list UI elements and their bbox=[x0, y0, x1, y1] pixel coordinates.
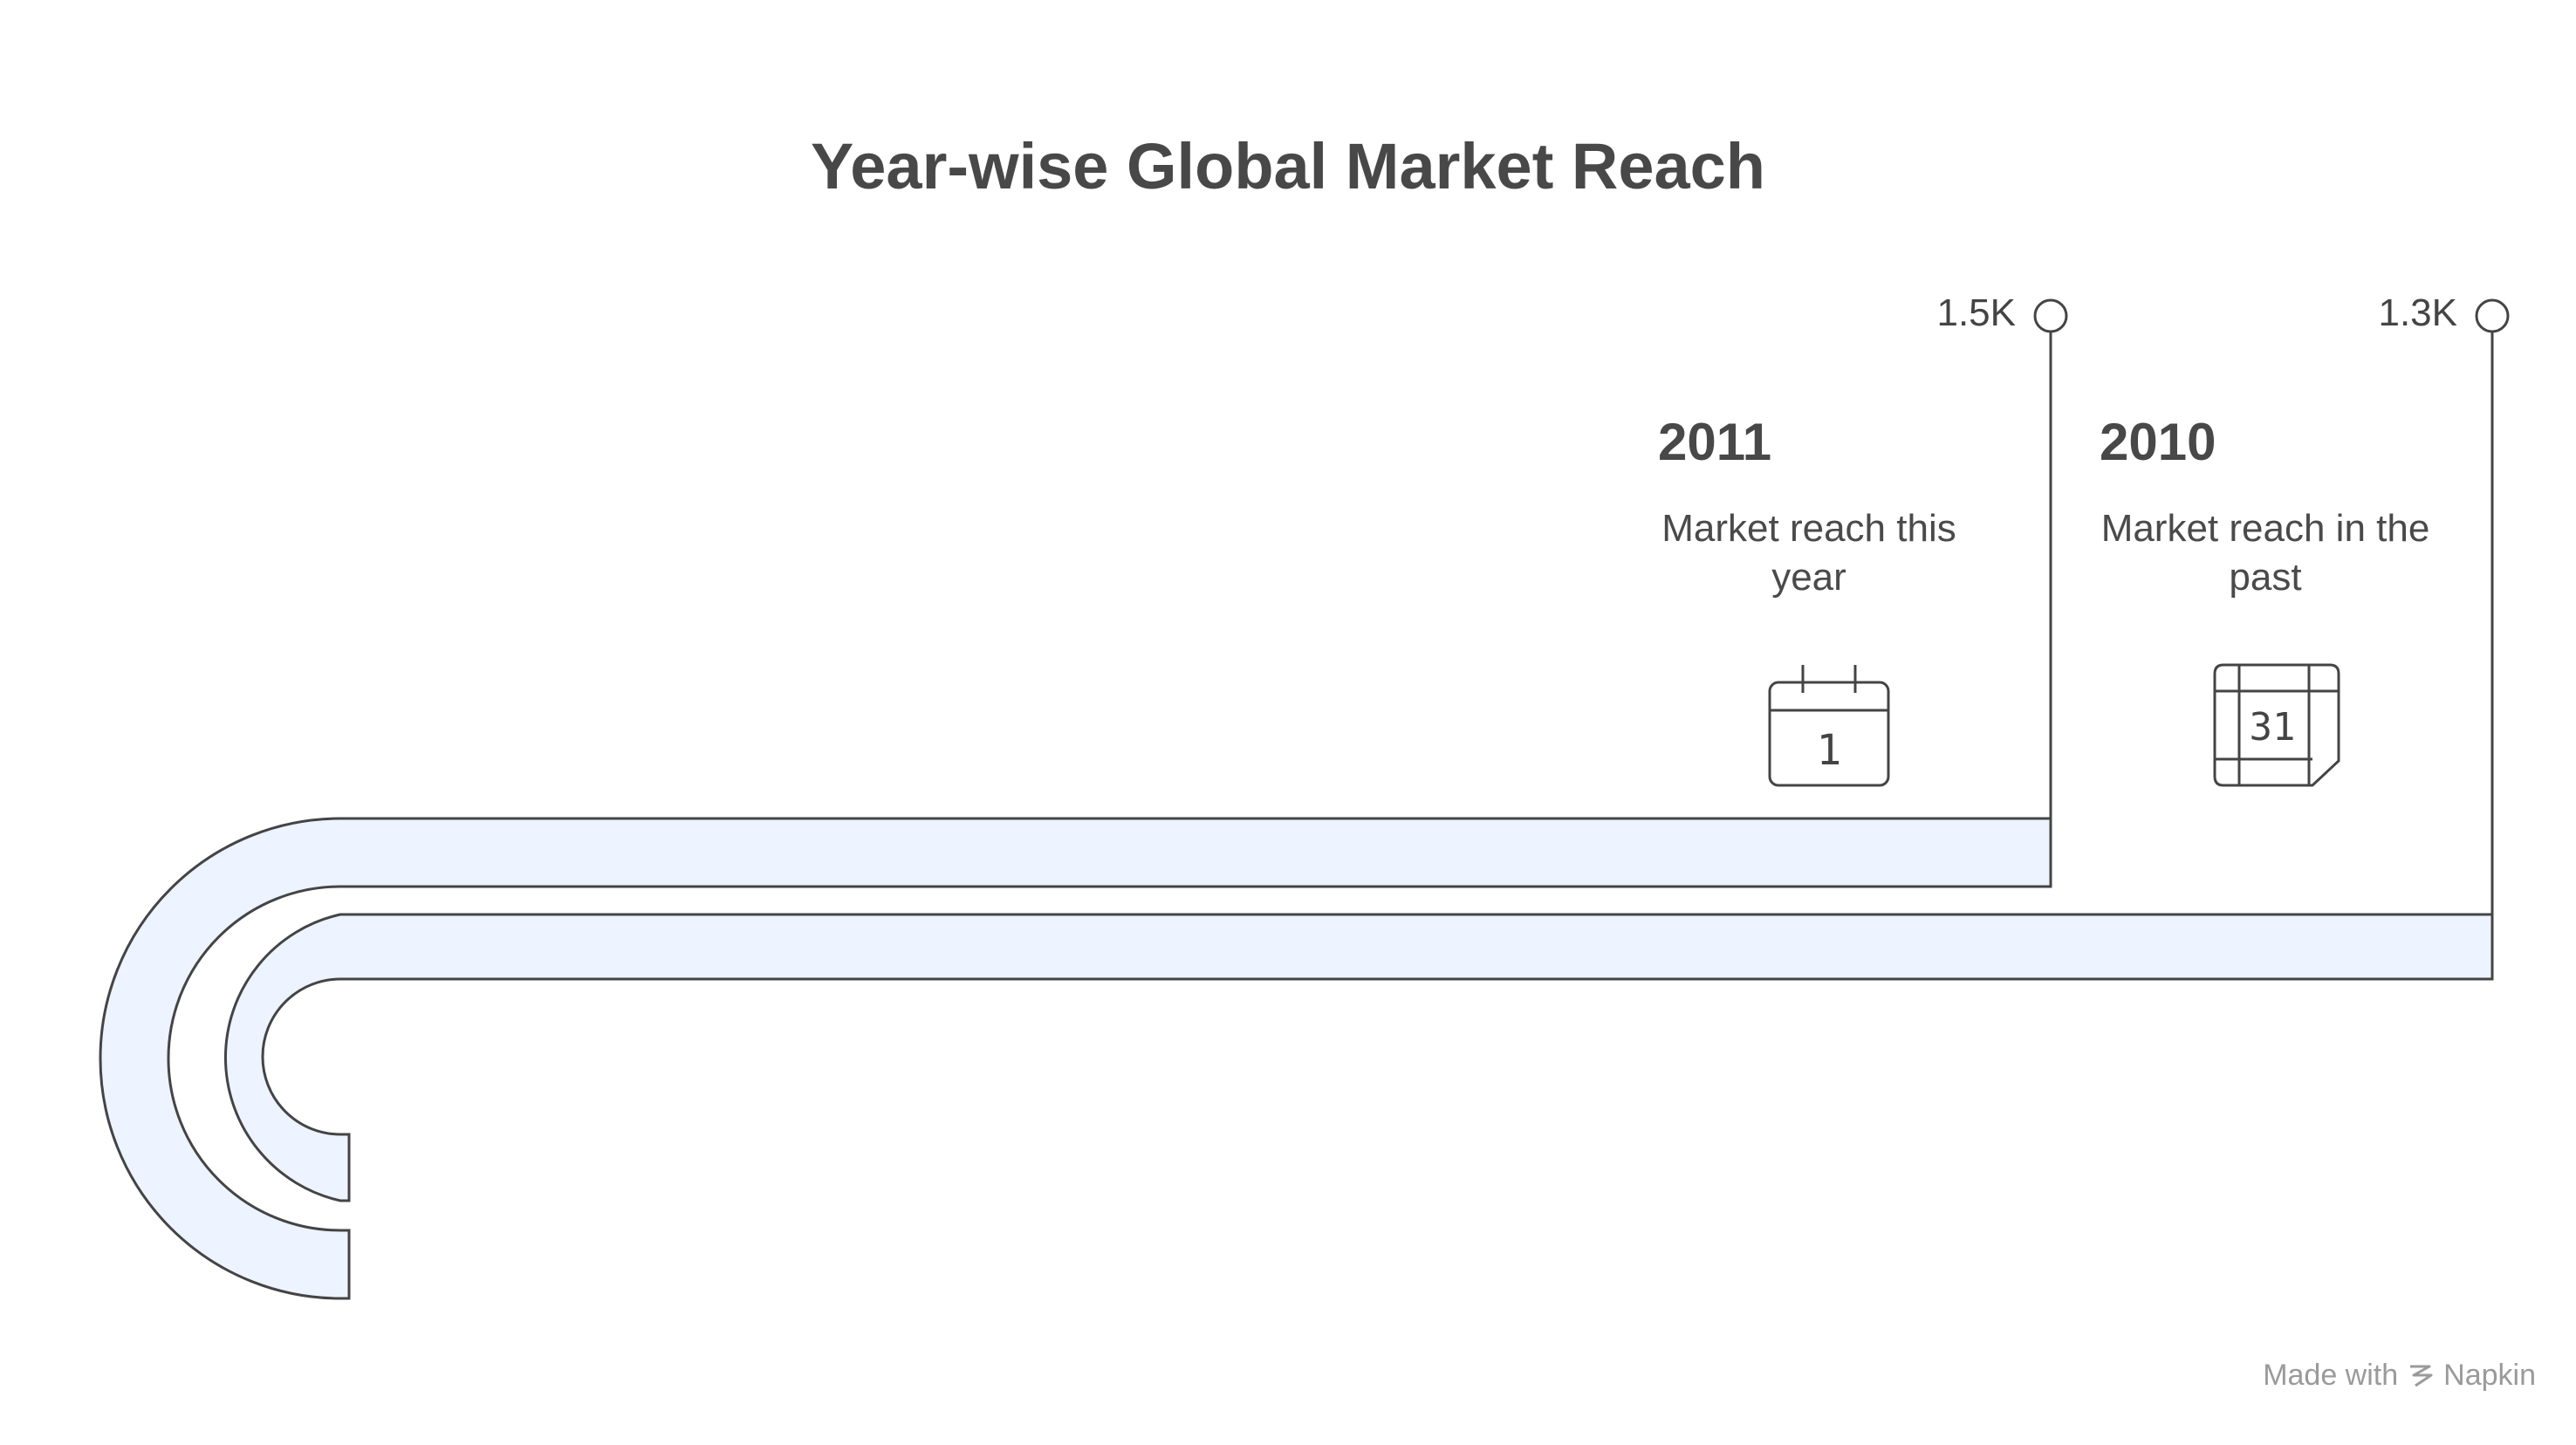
calendar-day-1-icon: 1 bbox=[1768, 665, 1890, 787]
calendar-31-icon: 31 bbox=[2213, 663, 2340, 787]
made-with-label: Made with bbox=[2263, 1359, 2399, 1392]
timeline-graphic: 1 31 bbox=[99, 298, 2510, 1300]
calendar-31-number: 31 bbox=[2250, 705, 2296, 750]
milestone-description-2011-line2: year bbox=[1771, 556, 1846, 599]
milestone-year-2011: 2011 bbox=[1658, 413, 1772, 471]
milestone-marker-2010 bbox=[2475, 298, 2510, 333]
milestone-description-2010: Market reach in the past bbox=[2091, 504, 2440, 602]
milestone-year-2010: 2010 bbox=[2100, 413, 2216, 471]
milestone-marker-2011 bbox=[2033, 298, 2068, 333]
timeline-infographic: Year-wise Global Market Reach 1 31 1.5K … bbox=[0, 0, 2576, 1445]
timeline-band-2010 bbox=[224, 913, 2494, 1202]
milestone-value-2010: 1.3K bbox=[2378, 291, 2457, 334]
timeline-band-2011 bbox=[99, 817, 2052, 1300]
napkin-brand-label: Napkin bbox=[2443, 1359, 2536, 1392]
napkin-watermark: Made with Napkin bbox=[2263, 1359, 2536, 1393]
milestone-description-2011-line1: Market reach this bbox=[1661, 507, 1956, 550]
milestone-description-2010-line2: past bbox=[2229, 556, 2302, 599]
milestone-value-2011: 1.5K bbox=[1936, 291, 2016, 334]
milestone-description-2011: Market reach this year bbox=[1634, 504, 1983, 602]
napkin-logo-icon bbox=[2410, 1365, 2433, 1387]
calendar-day-1-number: 1 bbox=[1817, 726, 1842, 775]
milestone-description-2010-line1: Market reach in the bbox=[2100, 507, 2430, 550]
